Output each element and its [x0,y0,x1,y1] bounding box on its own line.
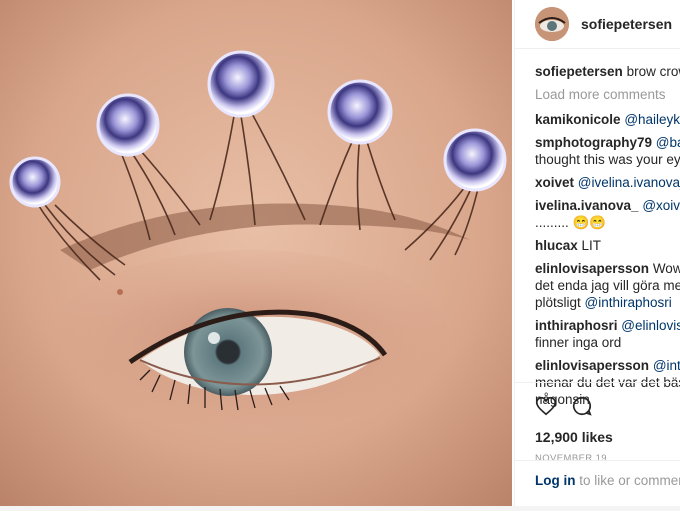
comment-mention[interactable]: @inthiraphosri [585,295,672,310]
bottom-edge [0,506,680,511]
comment-text: plötsligt [535,295,585,310]
comment-item: xoivet @ivelina.ivanova_ [535,174,680,191]
comment-icon[interactable] [571,395,593,422]
comment-text: thought this was your eye [535,152,680,167]
post-username[interactable]: sofiepetersen [581,16,672,32]
gem-3 [207,50,275,118]
comment-text: det enda jag vill göra med [535,278,680,293]
comment-mention[interactable]: @barr [656,135,680,150]
comment-mention[interactable]: @haileykston [624,112,680,127]
login-link[interactable]: Log in [535,473,576,488]
post-sidebar: sofiepetersen sofiepetersen brow crow Lo… [514,0,680,506]
post-photo[interactable] [0,0,512,506]
comment-text: LIT [581,238,602,253]
comment-item: ivelina.ivanova_ @xoivet ......... 😁😁 [535,197,680,231]
gem-2 [96,93,160,157]
comment-username[interactable]: kamikonicole [535,112,621,127]
gem-1 [9,156,61,208]
post-actions: 12,900 likes NOVEMBER 19 [515,382,680,464]
comment-mention[interactable]: @inthir [653,358,680,373]
comment-item: elinlovisapersson Wow va det enda jag vi… [535,260,680,311]
login-prompt: Log in to like or comment. [515,460,680,488]
comment-item: kamikonicole @haileykston [535,111,680,128]
gem-5 [443,128,507,192]
comment-text: finner inga ord [535,335,622,350]
comment-username[interactable]: hlucax [535,238,578,253]
login-text: to like or comment. [579,473,680,488]
caption-username[interactable]: sofiepetersen [535,64,623,79]
caption: sofiepetersen brow crow [535,63,680,80]
comment-item: inthiraphosri @elinlovisap finner inga o… [535,317,680,351]
likes-count[interactable]: 12,900 likes [535,429,680,445]
caption-text: brow crow [626,64,680,79]
avatar[interactable] [535,7,569,41]
comments-list: sofiepetersen brow crow Load more commen… [515,49,680,408]
comment-username[interactable]: xoivet [535,175,574,190]
eye-gems-photo [0,0,512,506]
gem-4 [327,79,393,145]
comment-mention[interactable]: @xoivet [642,198,680,213]
comment-username[interactable]: inthiraphosri [535,318,618,333]
comment-mention[interactable]: @ivelina.ivanova_ [578,175,680,190]
comment-text: ......... 😁😁 [535,215,607,230]
heart-icon[interactable] [535,395,557,422]
comment-username[interactable]: elinlovisapersson [535,358,649,373]
comment-text: Wow va [652,261,680,276]
comment-username[interactable]: elinlovisapersson [535,261,649,276]
comment-username[interactable]: ivelina.ivanova_ [535,198,639,213]
comment-item: smphotography79 @barr thought this was y… [535,134,680,168]
comment-mention[interactable]: @elinlovisap [621,318,680,333]
post-header: sofiepetersen [515,0,680,49]
comment-item: hlucax LIT [535,237,680,254]
comment-username[interactable]: smphotography79 [535,135,652,150]
avatar-image [535,7,569,41]
load-more-comments-link[interactable]: Load more comments [535,86,680,103]
